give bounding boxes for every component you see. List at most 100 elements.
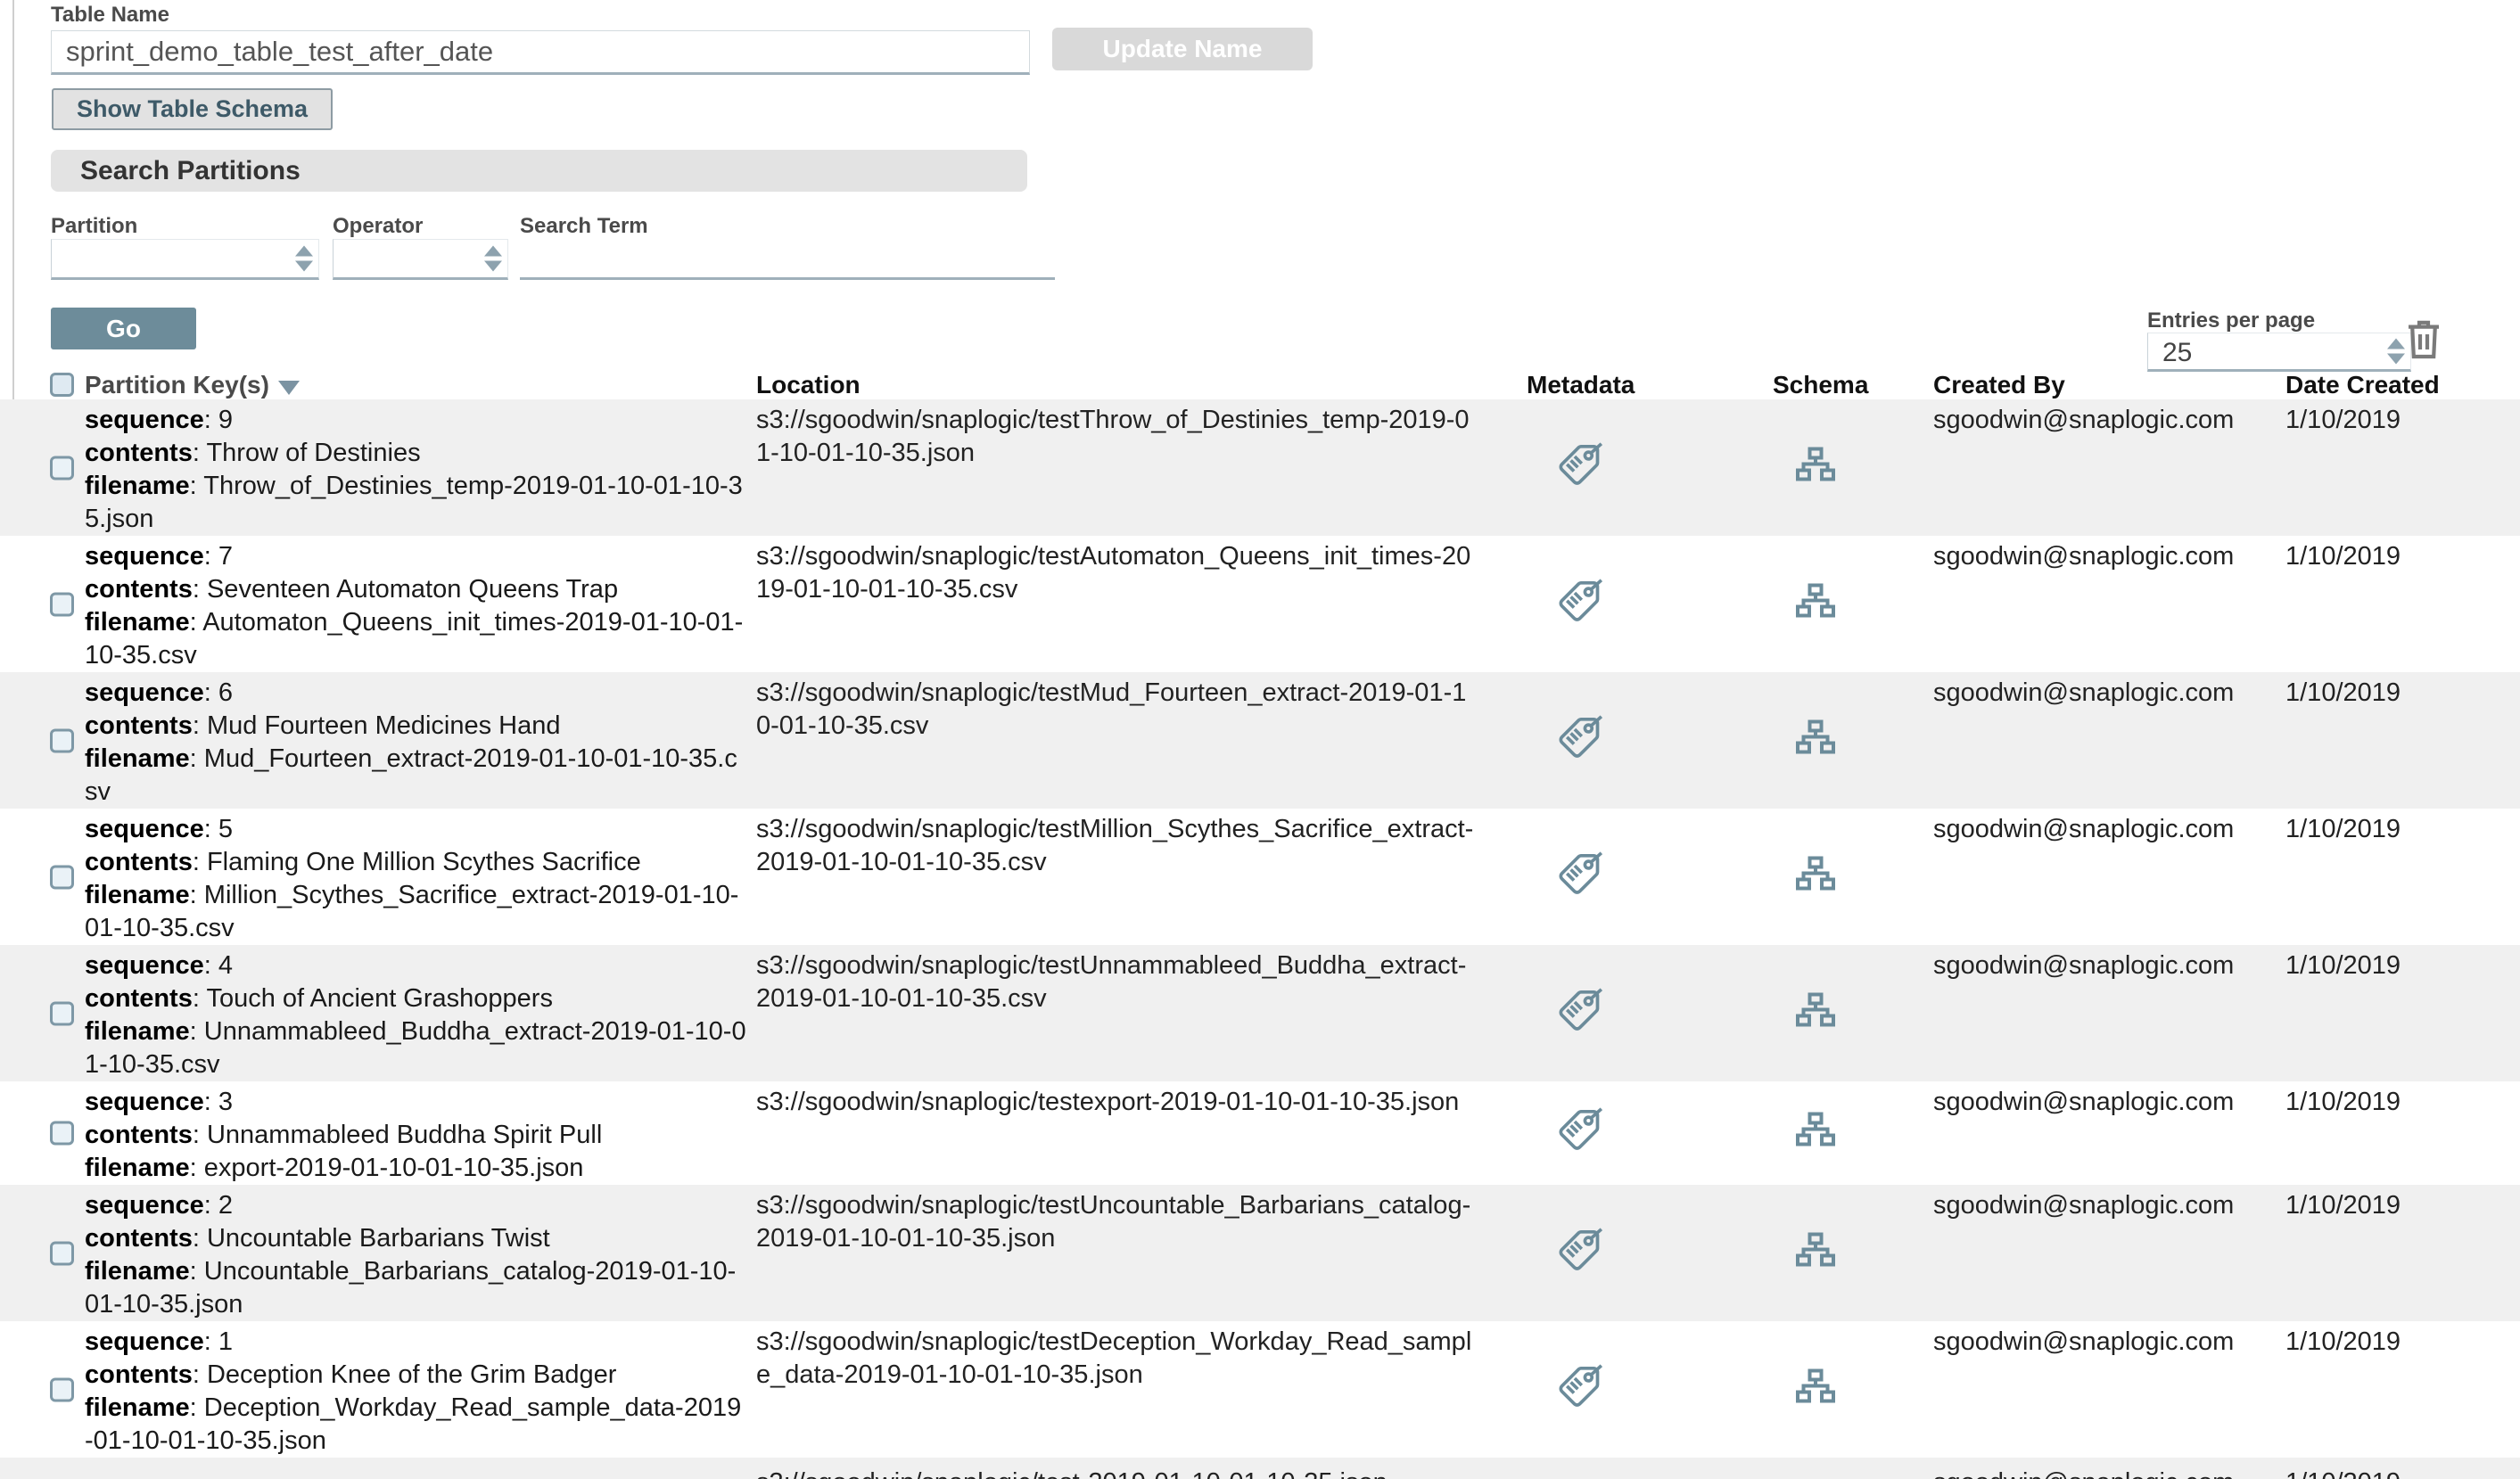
trash-icon[interactable] (2402, 317, 2445, 362)
partition-keys-cell: sequence: 9 contents: Throw of Destinies… (85, 399, 749, 536)
top-controls: Table Name Update Name Show Table Schema… (0, 0, 2520, 372)
sequence-line: sequence: 7 (85, 540, 749, 573)
operator-label: Operator (333, 214, 423, 239)
sequence-line: sequence: 2 (85, 1189, 749, 1222)
row-checkbox[interactable] (50, 1122, 74, 1146)
contents-line: contents: Throw of Destinies (85, 437, 749, 470)
entries-per-page-select[interactable]: 25 (2147, 333, 2411, 372)
schema-icon[interactable] (1794, 990, 1837, 1037)
date-created-cell: 1/10/2019 (2285, 404, 2499, 437)
search-term-input[interactable] (520, 239, 1055, 280)
metadata-tag-icon[interactable] (1557, 1364, 1603, 1415)
table-row: sequence: 1 contents: Deception Knee of … (0, 1321, 2520, 1458)
sequence-line: sequence: 5 (85, 813, 749, 846)
date-created-cell: 1/10/2019 (2285, 949, 2499, 982)
sequence-line: sequence: 9 (85, 404, 749, 437)
sort-desc-icon[interactable] (278, 381, 300, 395)
show-table-schema-button[interactable]: Show Table Schema (52, 88, 333, 130)
table-row-partial: s3://sgoodwin/snaplogic/test-2019-01-10-… (0, 1458, 2520, 1479)
date-created-cell: 1/10/2019 (2285, 1467, 2499, 1479)
created-by-cell: sgoodwin@snaplogic.com (1933, 540, 2272, 573)
location-cell: s3://sgoodwin/snaplogic/testDeception_Wo… (756, 1326, 1478, 1392)
date-created-cell: 1/10/2019 (2285, 1326, 2499, 1359)
filename-line: filename: Million_Scythes_Sacrifice_extr… (85, 879, 749, 945)
metadata-tag-icon[interactable] (1557, 1228, 1603, 1278)
contents-line: contents: Seventeen Automaton Queens Tra… (85, 573, 749, 606)
filename-line: filename: Automaton_Queens_init_times-20… (85, 606, 749, 672)
table-row: sequence: 5 contents: Flaming One Millio… (0, 809, 2520, 945)
contents-line: contents: Flaming One Million Scythes Sa… (85, 846, 749, 879)
filename-line: filename: Mud_Fourteen_extract-2019-01-1… (85, 743, 749, 809)
location-cell: s3://sgoodwin/snaplogic/testexport-2019-… (756, 1086, 1478, 1119)
date-created-cell: 1/10/2019 (2285, 1189, 2499, 1222)
schema-icon[interactable] (1794, 1110, 1837, 1157)
schema-icon[interactable] (1794, 444, 1837, 491)
location-cell: s3://sgoodwin/snaplogic/testMillion_Scyt… (756, 813, 1478, 879)
update-name-button[interactable]: Update Name (1052, 28, 1313, 70)
metadata-tag-icon[interactable] (1557, 1108, 1603, 1159)
contents-line: contents: Mud Fourteen Medicines Hand (85, 710, 749, 743)
created-by-cell: sgoodwin@snaplogic.com (1933, 404, 2272, 437)
metadata-tag-icon[interactable] (1557, 715, 1603, 766)
partition-keys-cell: sequence: 4 contents: Touch of Ancient G… (85, 945, 749, 1081)
sequence-line: sequence: 3 (85, 1086, 749, 1119)
table-row: sequence: 6 contents: Mud Fourteen Medic… (0, 672, 2520, 809)
filename-line: filename: export-2019-01-10-01-10-35.jso… (85, 1152, 749, 1185)
metadata-tag-icon[interactable] (1557, 442, 1603, 493)
filename-line: filename: Unnammableed_Buddha_extract-20… (85, 1015, 749, 1081)
partition-label: Partition (51, 214, 137, 239)
sequence-line: sequence: 1 (85, 1326, 749, 1359)
row-checkbox[interactable] (50, 1241, 74, 1265)
table-row: sequence: 9 contents: Throw of Destinies… (0, 399, 2520, 536)
search-term-label: Search Term (520, 214, 648, 239)
row-checkbox[interactable] (50, 865, 74, 889)
schema-icon[interactable] (1794, 1366, 1837, 1413)
row-checkbox[interactable] (50, 592, 74, 616)
row-checkbox[interactable] (50, 1377, 74, 1401)
metadata-tag-icon[interactable] (1557, 851, 1603, 902)
search-partitions-header: Search Partitions (51, 150, 1027, 192)
contents-line: contents: Touch of Ancient Grashoppers (85, 982, 749, 1015)
select-arrows-icon (295, 246, 313, 272)
column-header-location: Location (756, 371, 861, 399)
operator-select[interactable] (333, 239, 508, 280)
created-by-cell: sgoodwin@snaplogic.com (1933, 1467, 2272, 1479)
location-cell: s3://sgoodwin/snaplogic/testAutomaton_Qu… (756, 540, 1478, 606)
column-header-partition-keys[interactable]: Partition Key(s) (85, 371, 300, 399)
column-header-schema: Schema (1773, 371, 1868, 399)
date-created-cell: 1/10/2019 (2285, 540, 2499, 573)
contents-line: contents: Unnammableed Buddha Spirit Pul… (85, 1119, 749, 1152)
partition-keys-cell: sequence: 1 contents: Deception Knee of … (85, 1321, 749, 1458)
date-created-cell: 1/10/2019 (2285, 813, 2499, 846)
column-header-created-by: Created By (1933, 371, 2065, 399)
schema-icon[interactable] (1794, 1229, 1837, 1277)
table-name-input[interactable] (51, 30, 1030, 75)
row-checkbox[interactable] (50, 728, 74, 752)
sequence-line: sequence: 4 (85, 949, 749, 982)
partition-keys-cell: sequence: 5 contents: Flaming One Millio… (85, 809, 749, 945)
table-row: sequence: 2 contents: Uncountable Barbar… (0, 1185, 2520, 1321)
schema-icon[interactable] (1794, 853, 1837, 900)
select-all-checkbox[interactable] (50, 373, 74, 397)
location-cell: s3://sgoodwin/snaplogic/testUncountable_… (756, 1189, 1478, 1255)
location-cell: s3://sgoodwin/snaplogic/testUnnammableed… (756, 949, 1478, 1015)
schema-icon[interactable] (1794, 580, 1837, 628)
created-by-cell: sgoodwin@snaplogic.com (1933, 813, 2272, 846)
entries-per-page-label: Entries per page (2147, 308, 2315, 333)
location-cell: s3://sgoodwin/snaplogic/testThrow_of_Des… (756, 404, 1478, 470)
go-button[interactable]: Go (51, 308, 196, 349)
row-checkbox[interactable] (50, 1001, 74, 1025)
metadata-tag-icon[interactable] (1557, 988, 1603, 1039)
table-row: sequence: 7 contents: Seventeen Automato… (0, 536, 2520, 672)
metadata-tag-icon[interactable] (1557, 579, 1603, 629)
table-row: sequence: 4 contents: Touch of Ancient G… (0, 945, 2520, 1081)
table-header-row: Partition Key(s) Location Metadata Schem… (0, 372, 2520, 399)
row-checkbox[interactable] (50, 456, 74, 480)
location-cell: s3://sgoodwin/snaplogic/testMud_Fourteen… (756, 677, 1478, 743)
date-created-cell: 1/10/2019 (2285, 677, 2499, 710)
partition-select[interactable] (51, 239, 319, 280)
sequence-line: sequence: 6 (85, 677, 749, 710)
schema-icon[interactable] (1794, 717, 1837, 764)
contents-line: contents: Deception Knee of the Grim Bad… (85, 1359, 749, 1392)
select-arrows-icon (484, 246, 502, 272)
